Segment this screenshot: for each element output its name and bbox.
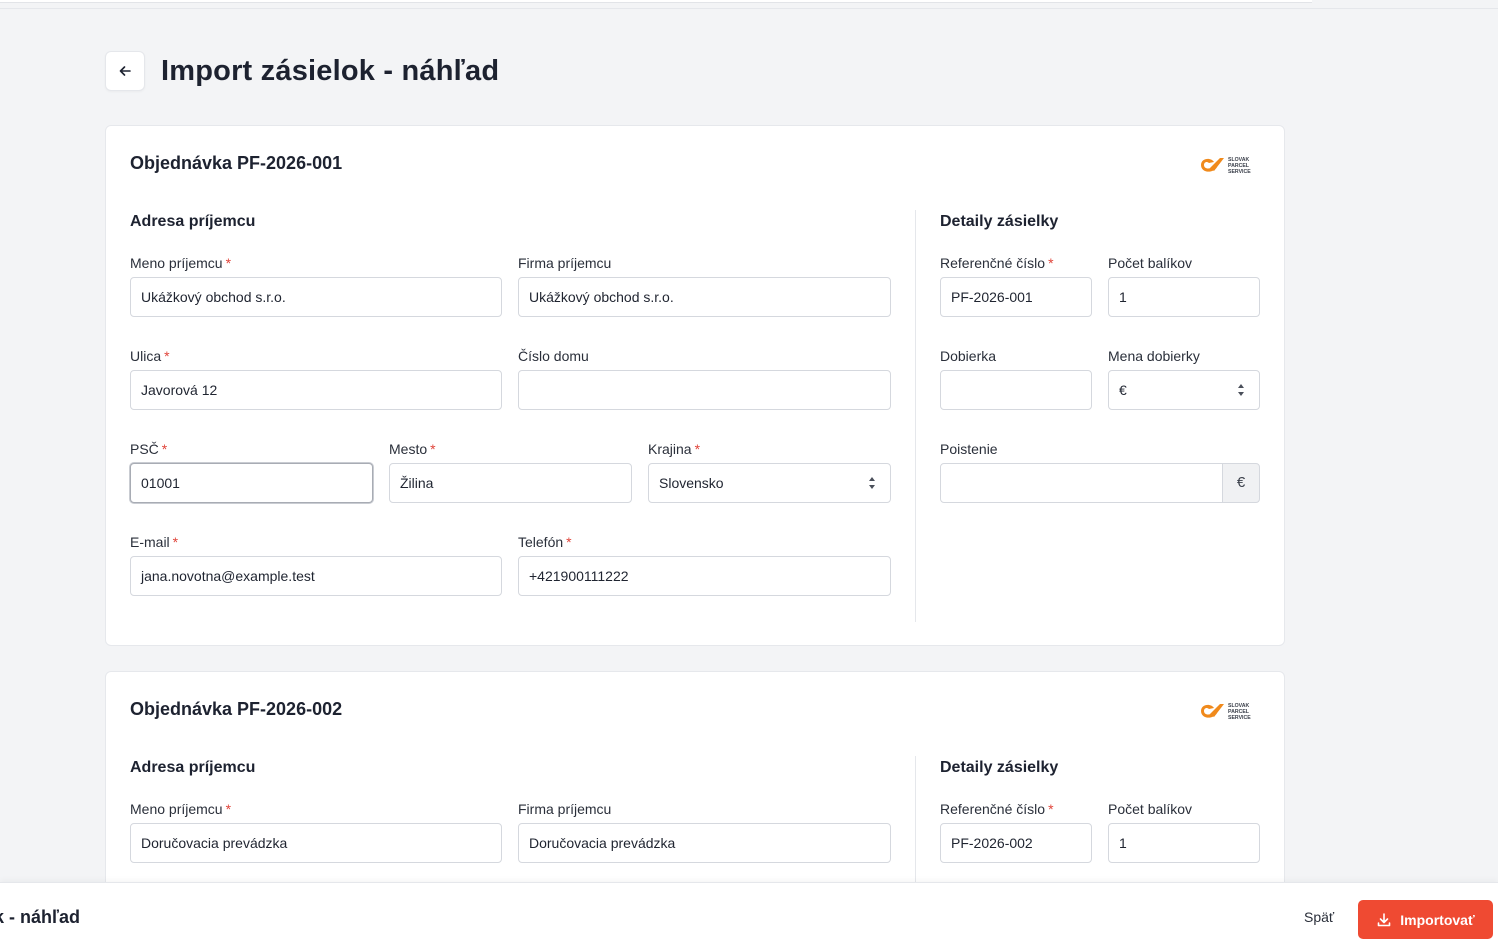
recipient-name-input[interactable]: Ukážkový obchod s.r.o. bbox=[130, 277, 502, 317]
required-marker: * bbox=[161, 441, 168, 457]
phone-input[interactable]: +421900111222 bbox=[518, 556, 891, 596]
package-count-field: Počet balíkov 1 bbox=[1108, 799, 1260, 863]
order-title: Objednávka PF-2026-002 bbox=[130, 699, 343, 719]
select-arrows-icon bbox=[869, 477, 875, 489]
top-bar-strip bbox=[0, 0, 1312, 3]
arrow-left-icon bbox=[119, 66, 131, 76]
import-button-label: Importovať bbox=[1400, 911, 1475, 928]
section-divider bbox=[915, 210, 916, 622]
required-marker: * bbox=[225, 801, 232, 817]
insurance-field: Poistenie € bbox=[940, 439, 1260, 503]
insurance-input[interactable] bbox=[940, 463, 1223, 503]
logo-text-3: SERVICE bbox=[1228, 715, 1251, 721]
city-field: Mesto * Žilina bbox=[389, 439, 632, 503]
required-marker: * bbox=[694, 441, 701, 457]
details-section-title: Detaily zásielky bbox=[940, 759, 1059, 776]
recipient-name-label: Meno príjemcu bbox=[130, 255, 223, 271]
package-count-field: Počet balíkov 1 bbox=[1108, 253, 1260, 317]
recipient-name-label: Meno príjemcu bbox=[130, 801, 223, 817]
email-label: E-mail bbox=[130, 534, 170, 550]
postal-code-label: PSČ bbox=[130, 441, 159, 457]
house-number-field: Číslo domu bbox=[518, 346, 891, 410]
required-marker: * bbox=[1048, 801, 1054, 817]
reference-number-field: Referenčné číslo * PF-2026-002 bbox=[940, 799, 1092, 863]
package-count-label: Počet balíkov bbox=[1108, 255, 1193, 271]
recipient-name-field: Meno príjemcu * Doručovacia prevádzka bbox=[130, 799, 502, 863]
recipient-company-input[interactable]: Ukážkový obchod s.r.o. bbox=[518, 277, 891, 317]
recipient-company-field: Firma príjemcu Ukážkový obchod s.r.o. bbox=[518, 253, 891, 317]
page-header: Import zásielok - náhľad bbox=[105, 51, 499, 91]
country-field: Krajina * Slovensko bbox=[648, 439, 891, 503]
package-count-label: Počet balíkov bbox=[1108, 801, 1193, 817]
reference-number-label: Referenčné číslo bbox=[940, 255, 1046, 271]
top-bar bbox=[0, 0, 1498, 9]
email-input[interactable]: jana.novotna@example.test bbox=[130, 556, 502, 596]
page-title: Import zásielok - náhľad bbox=[161, 54, 500, 87]
cod-input[interactable] bbox=[940, 370, 1092, 410]
street-field: Ulica * Javorová 12 bbox=[130, 346, 502, 410]
insurance-label: Poistenie bbox=[940, 441, 998, 457]
cod-currency-select[interactable]: € bbox=[1108, 370, 1260, 410]
details-section-title: Detaily zásielky bbox=[940, 213, 1059, 230]
recipient-name-input[interactable]: Doručovacia prevádzka bbox=[130, 823, 502, 863]
recipient-company-field: Firma príjemcu Doručovacia prevádzka bbox=[518, 799, 891, 863]
required-marker: * bbox=[164, 348, 170, 364]
recipient-name-field: Meno príjemcu * Ukážkový obchod s.r.o. bbox=[130, 253, 502, 317]
reference-number-input[interactable]: PF-2026-002 bbox=[940, 823, 1092, 863]
sps-carrier-logo: SLOVAK PARCEL SERVICE bbox=[1201, 157, 1251, 175]
back-button[interactable] bbox=[105, 51, 145, 91]
footer-title: elok - náhľad bbox=[0, 907, 80, 927]
required-marker: * bbox=[172, 534, 179, 550]
cod-label: Dobierka bbox=[940, 348, 997, 364]
street-input[interactable]: Javorová 12 bbox=[130, 370, 502, 410]
cod-currency-label: Mena dobierky bbox=[1108, 348, 1200, 364]
house-number-label: Číslo domu bbox=[518, 348, 589, 364]
back-link[interactable]: Späť bbox=[1304, 909, 1334, 925]
recipient-company-label: Firma príjemcu bbox=[518, 801, 612, 817]
required-marker: * bbox=[1048, 255, 1054, 271]
cod-field: Dobierka bbox=[940, 346, 1092, 410]
reference-number-input[interactable]: PF-2026-001 bbox=[940, 277, 1092, 317]
sticky-footer: elok - náhľad Späť Importovať bbox=[0, 882, 1498, 948]
postal-code-input[interactable]: 01001 bbox=[130, 463, 373, 503]
city-input[interactable]: Žilina bbox=[389, 463, 632, 503]
phone-label: Telefón bbox=[518, 534, 564, 550]
select-arrows-icon bbox=[1238, 384, 1244, 396]
insurance-currency-addon: € bbox=[1222, 463, 1260, 503]
package-count-input[interactable]: 1 bbox=[1108, 277, 1260, 317]
house-number-input[interactable] bbox=[518, 370, 891, 410]
recipient-company-input[interactable]: Doručovacia prevádzka bbox=[518, 823, 891, 863]
city-label: Mesto bbox=[389, 441, 428, 457]
street-label: Ulica bbox=[130, 348, 162, 364]
cod-currency-field: Mena dobierky € bbox=[1108, 346, 1260, 410]
country-select-value: Slovensko bbox=[659, 475, 724, 491]
country-select[interactable]: Slovensko bbox=[648, 463, 891, 503]
order-title: Objednávka PF-2026-001 bbox=[130, 153, 343, 173]
download-icon bbox=[1377, 912, 1391, 926]
recipient-company-label: Firma príjemcu bbox=[518, 255, 612, 271]
reference-number-label: Referenčné číslo bbox=[940, 801, 1046, 817]
order-card: Objednávka PF-2026-001 SLOVAK PARCEL SER… bbox=[105, 125, 1285, 646]
reference-number-field: Referenčné číslo * PF-2026-001 bbox=[940, 253, 1092, 317]
required-marker: * bbox=[430, 441, 436, 457]
top-bar-divider bbox=[0, 8, 1498, 9]
phone-field: Telefón * +421900111222 bbox=[518, 532, 891, 596]
required-marker: * bbox=[566, 534, 572, 550]
package-count-input[interactable]: 1 bbox=[1108, 823, 1260, 863]
recipient-section-title: Adresa príjemcu bbox=[130, 213, 256, 230]
email-field: E-mail * jana.novotna@example.test bbox=[130, 532, 502, 596]
cod-currency-value: € bbox=[1119, 382, 1127, 398]
import-button[interactable]: Importovať bbox=[1358, 900, 1493, 939]
recipient-section-title: Adresa príjemcu bbox=[130, 759, 256, 776]
sps-carrier-logo: SLOVAK PARCEL SERVICE bbox=[1201, 703, 1251, 721]
logo-text-3: SERVICE bbox=[1228, 169, 1251, 175]
postal-code-field: PSČ * 01001 bbox=[130, 439, 373, 503]
country-label: Krajina bbox=[648, 441, 692, 457]
required-marker: * bbox=[225, 255, 232, 271]
